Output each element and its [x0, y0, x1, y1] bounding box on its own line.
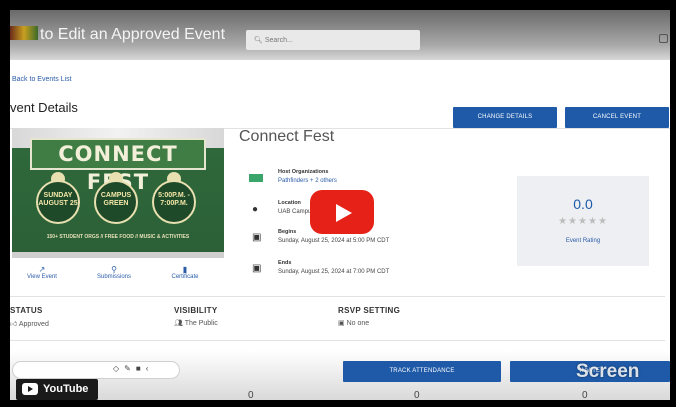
annotation-toolbar[interactable]: ◇✎■‹: [12, 361, 180, 379]
back-to-events-link[interactable]: Back to Events List: [12, 76, 72, 83]
youtube-play-icon: [22, 383, 38, 395]
camera-icon[interactable]: ■: [136, 364, 146, 373]
banner-footer: 150+ STUDENT ORGS // FREE FOOD // MUSIC …: [46, 234, 190, 240]
pencil-icon[interactable]: ✎: [124, 364, 136, 373]
host-label: Host Organizations: [278, 169, 329, 175]
location-label: Location: [278, 200, 301, 206]
people-icon: 👥︎: [174, 320, 185, 327]
rsvp-heading: RSVP SETTING: [338, 306, 401, 315]
divider: [10, 296, 665, 297]
collapse-icon[interactable]: ‹: [146, 364, 154, 373]
video-frame: to Edit an Approved Event 🔍︎ Search... B…: [0, 0, 676, 407]
calendar-icon: ▣: [252, 232, 262, 243]
banner-headline: CONNECT FEST: [30, 138, 206, 194]
thumbs-up-icon: 👍︎: [10, 321, 19, 328]
begins-label: Begins: [278, 229, 297, 235]
pen-icon[interactable]: ◇: [113, 364, 124, 373]
star-rating-icon: ★★★★★: [558, 216, 608, 227]
play-button[interactable]: [310, 190, 374, 234]
youtube-wordmark: YouTube: [43, 383, 89, 395]
certificate-link[interactable]: ▮ Certificate: [160, 265, 210, 280]
host-value-link[interactable]: Pathfinders + 2 others: [278, 178, 337, 184]
host-org-logo: [249, 174, 263, 182]
app-header: to Edit an Approved Event 🔍︎ Search...: [10, 10, 670, 60]
banner-place-circle: CAMPUS GREEN: [94, 180, 138, 224]
rsvp-value: ▣ No one: [338, 320, 370, 327]
bookmark-icon: ▮: [182, 265, 188, 274]
calendar-icon: ▣: [252, 263, 262, 274]
count-value: 0: [414, 390, 420, 400]
event-name: Connect Fest: [239, 128, 335, 145]
change-details-button[interactable]: CHANGE DETAILS: [453, 107, 557, 128]
visibility-heading: VISIBILITY: [174, 306, 218, 315]
submissions-label: Submissions: [96, 274, 131, 280]
search-icon: 🔍︎: [254, 37, 265, 44]
calendar-icon: ▣: [338, 320, 347, 327]
video-player[interactable]: to Edit an Approved Event 🔍︎ Search... B…: [10, 10, 670, 400]
count-value: 0: [582, 390, 588, 400]
youtube-logo[interactable]: YouTube: [16, 379, 98, 400]
banner-date-circle: SUNDAY AUGUST 25: [36, 180, 80, 224]
calendar-icon[interactable]: [659, 34, 668, 43]
status-value: 👍︎ Approved: [10, 321, 49, 328]
event-banner-image: CONNECT FEST SUNDAY AUGUST 25 CAMPUS GRE…: [12, 128, 224, 258]
location-pin-icon: ●: [252, 204, 259, 215]
certificate-label: Certificate: [171, 274, 199, 280]
track-attendance-button[interactable]: TRACK ATTENDANCE: [343, 361, 501, 382]
status-heading: STATUS: [10, 306, 43, 315]
begins-value: Sunday, August 25, 2024 at 5:00 PM CDT: [278, 238, 390, 244]
screen-recorder-watermark: Screen: [576, 361, 640, 382]
banner-bar: [12, 252, 224, 258]
search-input[interactable]: 🔍︎ Search...: [246, 30, 420, 50]
cancel-event-button[interactable]: CANCEL EVENT: [565, 107, 669, 128]
ends-label: Ends: [278, 260, 292, 266]
ends-value: Sunday, August 25, 2024 at 7:00 PM CDT: [278, 269, 390, 275]
external-link-icon: ↗: [38, 265, 46, 274]
page-title: vent Details: [10, 100, 78, 115]
rating-value: 0.0: [573, 196, 593, 212]
rating-label: Event Rating: [565, 238, 601, 244]
view-event-link[interactable]: ↗ View Event: [17, 265, 67, 280]
divider: [10, 340, 665, 341]
video-title: to Edit an Approved Event: [10, 26, 225, 44]
banner-time-circle: 5:00P.M. - 7:00P.M.: [152, 180, 196, 224]
submissions-link[interactable]: ⚲ Submissions: [89, 265, 139, 280]
rating-card: 0.0 ★★★★★ Event Rating: [517, 176, 649, 266]
search-icon: ⚲: [111, 265, 117, 274]
count-value: 0: [248, 390, 254, 400]
visibility-value: 👥︎ The Public: [174, 320, 218, 327]
channel-logo-icon: [10, 26, 38, 40]
view-event-label: View Event: [27, 274, 57, 280]
